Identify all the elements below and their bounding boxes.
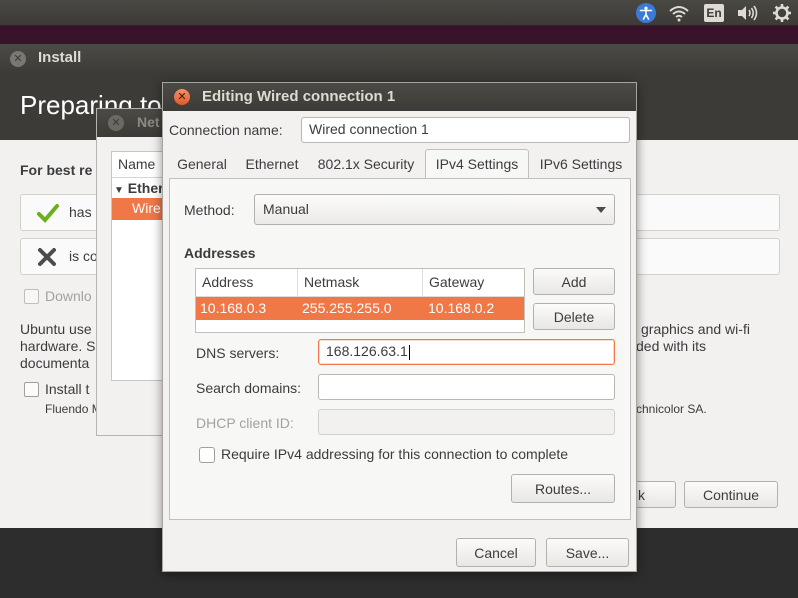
download-updates-label: Downlo: [45, 288, 92, 304]
ethernet-group-label: Ether: [127, 180, 164, 196]
require-ipv4-label: Require IPv4 addressing for this connect…: [221, 446, 569, 462]
search-domains-input[interactable]: [318, 374, 615, 400]
column-header-address[interactable]: Address: [196, 269, 298, 297]
install-third-party-checkbox[interactable]: [24, 382, 39, 397]
dns-servers-input[interactable]: 168.126.63.1: [318, 339, 615, 365]
requirement-1-text: has: [69, 204, 92, 220]
add-address-button[interactable]: Add: [533, 268, 615, 295]
method-label: Method:: [184, 202, 235, 218]
checkmark-icon: [37, 204, 59, 223]
installer-close-icon[interactable]: ✕: [10, 51, 26, 67]
netwin-close-icon[interactable]: ✕: [108, 115, 124, 131]
tab-ipv6-settings[interactable]: IPv6 Settings: [533, 151, 629, 178]
dns-servers-label: DNS servers:: [196, 345, 280, 361]
gateway-cell[interactable]: 10.168.0.2: [428, 300, 494, 316]
text-caret: [408, 344, 410, 360]
chevron-down-icon: [596, 207, 606, 213]
dhcp-client-id-input[interactable]: [318, 409, 615, 435]
tab-8021x-security[interactable]: 802.1x Security: [311, 151, 421, 178]
require-ipv4-checkbox[interactable]: [199, 447, 215, 463]
install-third-party-label: Install t: [45, 381, 90, 397]
keyboard-layout-icon[interactable]: En: [703, 3, 725, 23]
netwin-title: Net: [137, 114, 160, 130]
continue-button[interactable]: Continue: [684, 481, 778, 508]
save-button[interactable]: Save...: [546, 538, 629, 567]
tab-bar: General Ethernet 802.1x Security IPv4 Se…: [169, 149, 631, 179]
paragraph-line-3: documenta: [20, 355, 90, 371]
cancel-button[interactable]: Cancel: [456, 538, 536, 567]
delete-address-button[interactable]: Delete: [533, 303, 615, 330]
method-value: Manual: [263, 201, 309, 217]
keyboard-layout-label: En: [704, 4, 724, 22]
addresses-table[interactable]: Address Netmask Gateway 10.168.0.3 255.2…: [195, 268, 525, 333]
top-panel: En: [0, 0, 798, 26]
connection-name-label: Connection name:: [169, 122, 283, 138]
method-select[interactable]: Manual: [254, 194, 615, 225]
column-header-netmask[interactable]: Netmask: [298, 269, 423, 297]
requirement-2-text: is co: [69, 248, 98, 264]
netmask-cell[interactable]: 255.255.255.0: [302, 300, 392, 316]
paragraph-line-2: hardware. S: [20, 338, 96, 354]
tab-general[interactable]: General: [169, 151, 235, 178]
dialog-title: Editing Wired connection 1: [202, 88, 396, 105]
search-domains-label: Search domains:: [196, 380, 302, 396]
cross-icon: [38, 248, 56, 266]
fluendo-text: Fluendo M: [45, 402, 102, 416]
expander-icon: ▼: [114, 185, 124, 196]
paragraph-right-2: ded with its: [636, 338, 707, 354]
dhcp-client-id-label: DHCP client ID:: [196, 415, 294, 431]
routes-button[interactable]: Routes...: [511, 474, 615, 503]
accessibility-icon[interactable]: [635, 3, 657, 23]
paragraph-right-1: graphics and wi-fi: [641, 321, 750, 337]
connection-name-input[interactable]: Wired connection 1: [301, 117, 630, 143]
wifi-icon[interactable]: [667, 3, 691, 23]
tab-ethernet[interactable]: Ethernet: [237, 151, 307, 178]
edit-connection-dialog: ✕ Editing Wired connection 1 Connection …: [162, 82, 637, 572]
gear-icon[interactable]: [771, 3, 793, 23]
addresses-heading: Addresses: [184, 245, 256, 261]
address-cell[interactable]: 10.168.0.3: [200, 300, 266, 316]
installer-titlebar: ✕ Install: [0, 44, 798, 74]
dns-servers-value: 168.126.63.1: [326, 343, 408, 359]
column-header-gateway[interactable]: Gateway: [423, 269, 524, 297]
download-updates-checkbox[interactable]: [24, 289, 39, 304]
dialog-titlebar: ✕ Editing Wired connection 1: [163, 83, 636, 111]
close-icon[interactable]: ✕: [174, 89, 190, 105]
paragraph-line-1: Ubuntu use: [20, 321, 92, 337]
installer-title: Install: [38, 49, 82, 66]
volume-icon[interactable]: [736, 3, 758, 23]
best-results-text: For best re: [20, 162, 93, 178]
tab-ipv4-settings[interactable]: IPv4 Settings: [425, 149, 529, 179]
technicolor-text: chnicolor SA.: [636, 402, 707, 416]
table-row[interactable]: 10.168.0.3 255.255.255.0 10.168.0.2: [196, 297, 524, 320]
